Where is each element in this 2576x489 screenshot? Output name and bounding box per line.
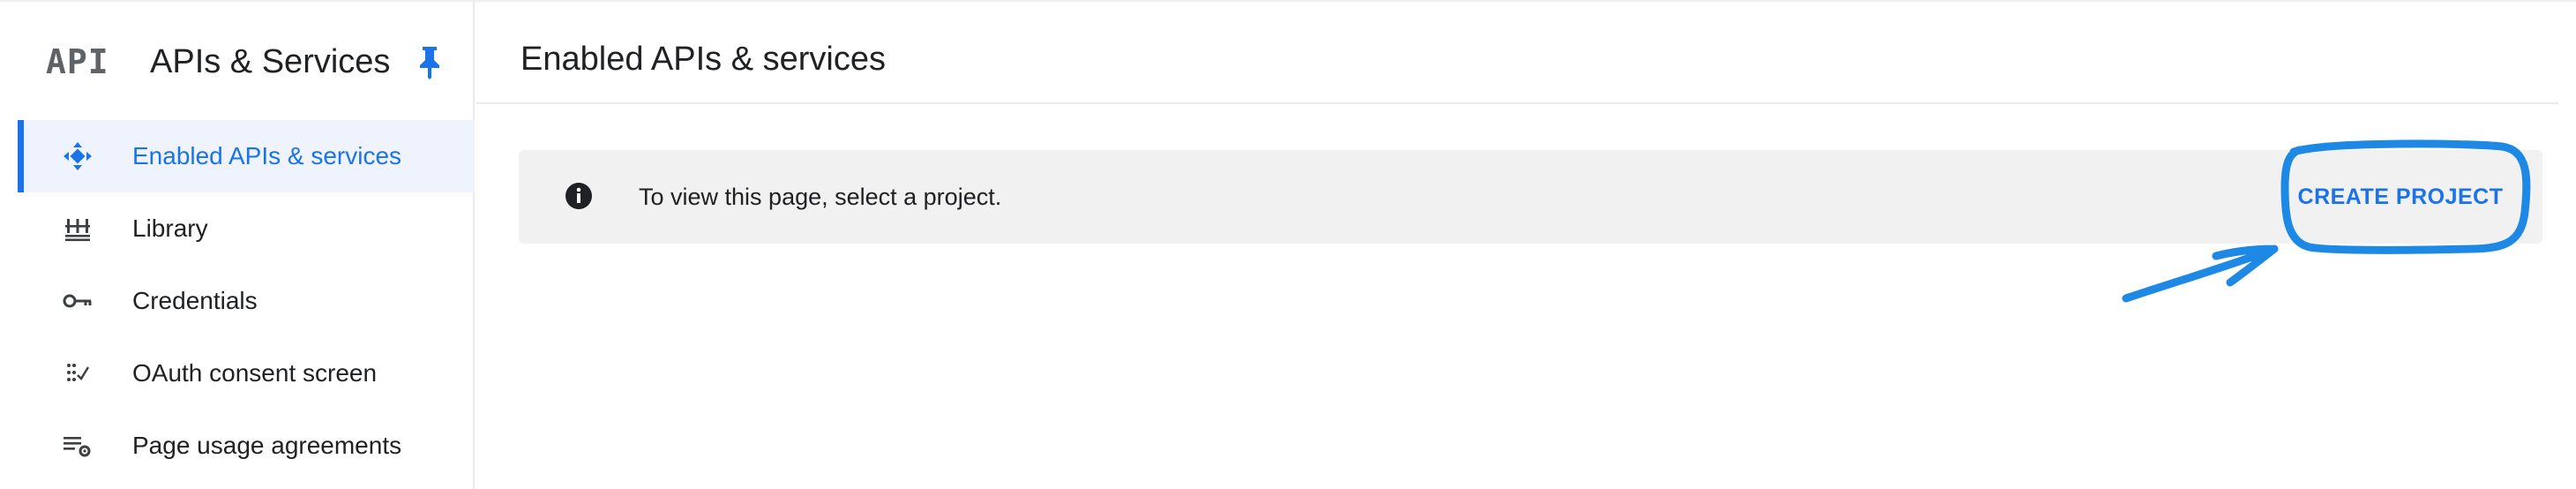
create-project-button[interactable]: CREATE PROJECT [2283,157,2518,237]
annotation-arrow [2122,244,2279,303]
sidebar-item-page-usage[interactable]: Page usage agreements [18,410,475,482]
info-icon [565,182,593,210]
page-title: Enabled APIs & services [520,41,886,78]
sidebar-title: APIs & Services [150,42,391,80]
sidebar-item-label: Page usage agreements [132,432,402,459]
sidebar-nav: Enabled APIs & services Library Credenti… [18,120,475,482]
key-icon [18,292,132,310]
oauth-consent-icon [18,360,132,387]
sidebar-header: API APIs & Services [18,23,468,101]
api-logo: API [46,42,109,81]
banner-message: To view this page, select a project. [639,184,1002,210]
pin-icon[interactable] [415,44,445,79]
sidebar-item-enabled-apis[interactable]: Enabled APIs & services [18,120,475,192]
page-header: Enabled APIs & services [476,2,2558,104]
sidebar-item-label: Enabled APIs & services [132,142,402,169]
sidebar-item-library[interactable]: Library [18,192,475,265]
sidebar-item-label: Library [132,214,208,242]
sidebar-item-label: Credentials [132,287,258,314]
enabled-apis-icon [18,140,132,172]
api-services-screen: API APIs & Services Enabled APIs & servi… [0,0,2576,489]
settings-list-icon [18,433,132,459]
info-banner: To view this page, select a project. [519,150,2542,244]
sidebar-item-oauth-consent[interactable]: OAuth consent screen [18,337,475,410]
library-icon [18,215,132,242]
sidebar: API APIs & Services Enabled APIs & servi… [0,2,475,489]
sidebar-item-credentials[interactable]: Credentials [18,265,475,337]
sidebar-item-label: OAuth consent screen [132,359,378,387]
